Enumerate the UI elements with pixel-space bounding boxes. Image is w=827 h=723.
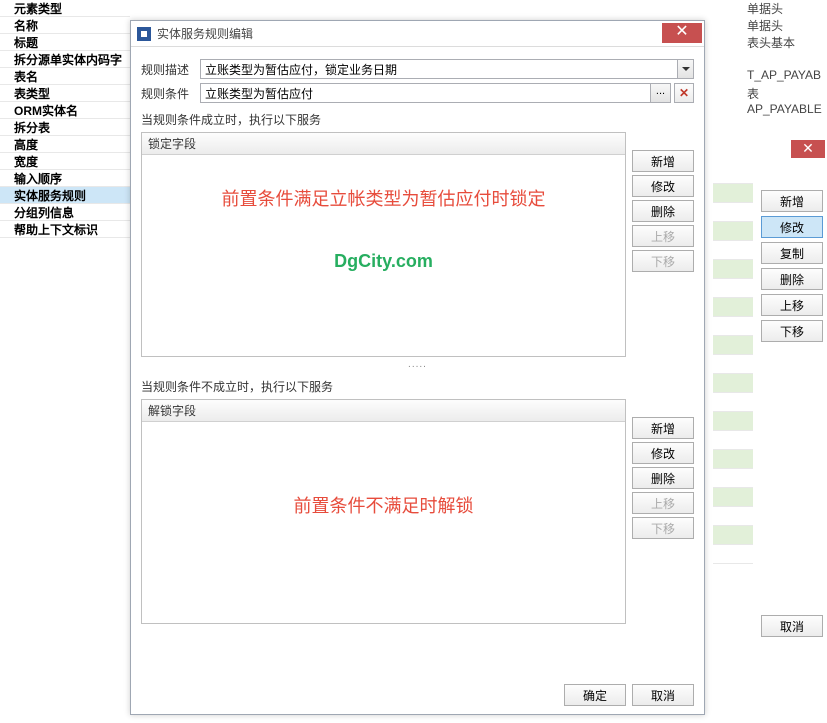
unlock-fields-list[interactable]: 解锁字段 前置条件不满足时解锁 (141, 399, 626, 624)
prop-label: 实体服务规则 (0, 187, 86, 204)
prop-row[interactable]: 元素类型 (0, 0, 130, 17)
section-true-body: 锁定字段 前置条件满足立帐类型为暂估应付时锁定 DgCity.com 新增 修改… (141, 132, 694, 357)
dialog-footer: 确定 取消 (564, 684, 694, 706)
divider-dots: ..... (141, 359, 694, 370)
prop-label: 拆分源单实体内码字 (0, 51, 122, 68)
cancel-button-bg[interactable]: 取消 (761, 615, 823, 637)
list-content: 前置条件满足立帐类型为暂估应付时锁定 DgCity.com (142, 155, 625, 356)
prop-label: 表名 (0, 68, 38, 85)
prop-row[interactable]: 帮助上下文标识 (0, 221, 130, 238)
move-down-button[interactable]: 下移 (761, 320, 823, 342)
move-up-button[interactable]: 上移 (632, 225, 694, 247)
section-false-label: 当规则条件不成立时，执行以下服务 (141, 378, 694, 395)
right-value: 单据头 (747, 0, 827, 17)
add-button[interactable]: 新增 (632, 417, 694, 439)
edit-button[interactable]: 修改 (632, 175, 694, 197)
section-true-label: 当规则条件成立时，执行以下服务 (141, 111, 694, 128)
cond-input-wrap: ... ✕ (200, 83, 694, 103)
prop-row[interactable]: 拆分表 (0, 119, 130, 136)
rule-editor-dialog: 实体服务规则编辑 ✕ 规则描述 规则条件 ... ✕ 当规则条件成立时，执行以下… (130, 20, 705, 715)
prop-row[interactable]: 宽度 (0, 153, 130, 170)
prop-label: 元素类型 (0, 0, 62, 17)
prop-row[interactable]: 名称 (0, 17, 130, 34)
prop-label: 拆分表 (0, 119, 50, 136)
prop-label: 表类型 (0, 85, 50, 102)
dialog-title: 实体服务规则编辑 (157, 25, 253, 42)
button-column-false: 新增 修改 删除 上移 下移 (632, 399, 694, 624)
annotation-text: 前置条件满足立帐类型为暂估应付时锁定 (152, 185, 615, 211)
prop-row-selected[interactable]: 实体服务规则 (0, 187, 130, 204)
close-icon[interactable]: ✕ (791, 140, 825, 158)
desc-input[interactable] (200, 59, 678, 79)
cond-input[interactable] (200, 83, 651, 103)
dialog-body: 规则描述 规则条件 ... ✕ 当规则条件成立时，执行以下服务 锁定字段 前置条… (131, 47, 704, 624)
prop-label: 输入顺序 (0, 170, 62, 187)
prop-label: ORM实体名 (0, 102, 78, 119)
right-value: AP_PAYABLE (747, 102, 827, 119)
right-value: 表头基本 (747, 34, 827, 51)
right-value: 单据头 (747, 17, 827, 34)
right-value: T_AP_PAYAB (747, 68, 827, 85)
lock-fields-list[interactable]: 锁定字段 前置条件满足立帐类型为暂估应付时锁定 DgCity.com (141, 132, 626, 357)
cancel-button[interactable]: 取消 (632, 684, 694, 706)
desc-label: 规则描述 (141, 61, 196, 78)
prop-row[interactable]: 输入顺序 (0, 170, 130, 187)
right-panel: 单据头 单据头 表头基本 T_AP_PAYAB 表 AP_PAYABLE (747, 0, 827, 119)
prop-row[interactable]: 高度 (0, 136, 130, 153)
form-row-desc: 规则描述 (141, 59, 694, 79)
right-value (747, 51, 827, 68)
move-up-button[interactable]: 上移 (632, 492, 694, 514)
list-header-unlock: 解锁字段 (142, 400, 625, 422)
delete-button[interactable]: 删除 (632, 467, 694, 489)
right-close-bar: ✕ (747, 140, 827, 160)
copy-button[interactable]: 复制 (761, 242, 823, 264)
move-down-button[interactable]: 下移 (632, 250, 694, 272)
move-up-button[interactable]: 上移 (761, 294, 823, 316)
prop-row[interactable]: 分组列信息 (0, 204, 130, 221)
prop-label: 帮助上下文标识 (0, 221, 98, 238)
list-header-lock: 锁定字段 (142, 133, 625, 155)
button-column-true: 新增 修改 删除 上移 下移 (632, 132, 694, 357)
section-false-body: 解锁字段 前置条件不满足时解锁 新增 修改 删除 上移 下移 (141, 399, 694, 624)
prop-label: 宽度 (0, 153, 38, 170)
ellipsis-button[interactable]: ... (651, 83, 671, 103)
app-icon (137, 27, 151, 41)
delete-button[interactable]: 删除 (632, 200, 694, 222)
chevron-down-icon[interactable] (678, 59, 694, 79)
watermark-text: DgCity.com (152, 251, 615, 272)
clear-icon[interactable]: ✕ (674, 83, 694, 103)
prop-row[interactable]: 拆分源单实体内码字 (0, 51, 130, 68)
prop-label: 名称 (0, 17, 38, 34)
property-panel: 元素类型 名称 标题 拆分源单实体内码字 表名 表类型 ORM实体名 拆分表 高… (0, 0, 130, 238)
add-button[interactable]: 新增 (632, 150, 694, 172)
move-down-button[interactable]: 下移 (632, 517, 694, 539)
cond-label: 规则条件 (141, 85, 196, 102)
annotation-text: 前置条件不满足时解锁 (152, 492, 615, 518)
form-row-cond: 规则条件 ... ✕ (141, 83, 694, 103)
close-icon[interactable]: ✕ (662, 23, 702, 43)
edit-button[interactable]: 修改 (761, 216, 823, 238)
prop-row[interactable]: 表类型 (0, 85, 130, 102)
right-value: 表 (747, 85, 827, 102)
prop-label: 标题 (0, 34, 38, 51)
add-button[interactable]: 新增 (761, 190, 823, 212)
prop-label: 高度 (0, 136, 38, 153)
prop-row[interactable]: 标题 (0, 34, 130, 51)
edit-button[interactable]: 修改 (632, 442, 694, 464)
ok-button[interactable]: 确定 (564, 684, 626, 706)
prop-label: 分组列信息 (0, 204, 74, 221)
delete-button[interactable]: 删除 (761, 268, 823, 290)
grid-stripes (713, 165, 753, 564)
prop-row[interactable]: 表名 (0, 68, 130, 85)
right-button-column: 新增 修改 复制 删除 上移 下移 (761, 190, 823, 342)
desc-input-wrap (200, 59, 694, 79)
prop-row[interactable]: ORM实体名 (0, 102, 130, 119)
dialog-titlebar[interactable]: 实体服务规则编辑 ✕ (131, 21, 704, 47)
list-content: 前置条件不满足时解锁 (142, 422, 625, 623)
